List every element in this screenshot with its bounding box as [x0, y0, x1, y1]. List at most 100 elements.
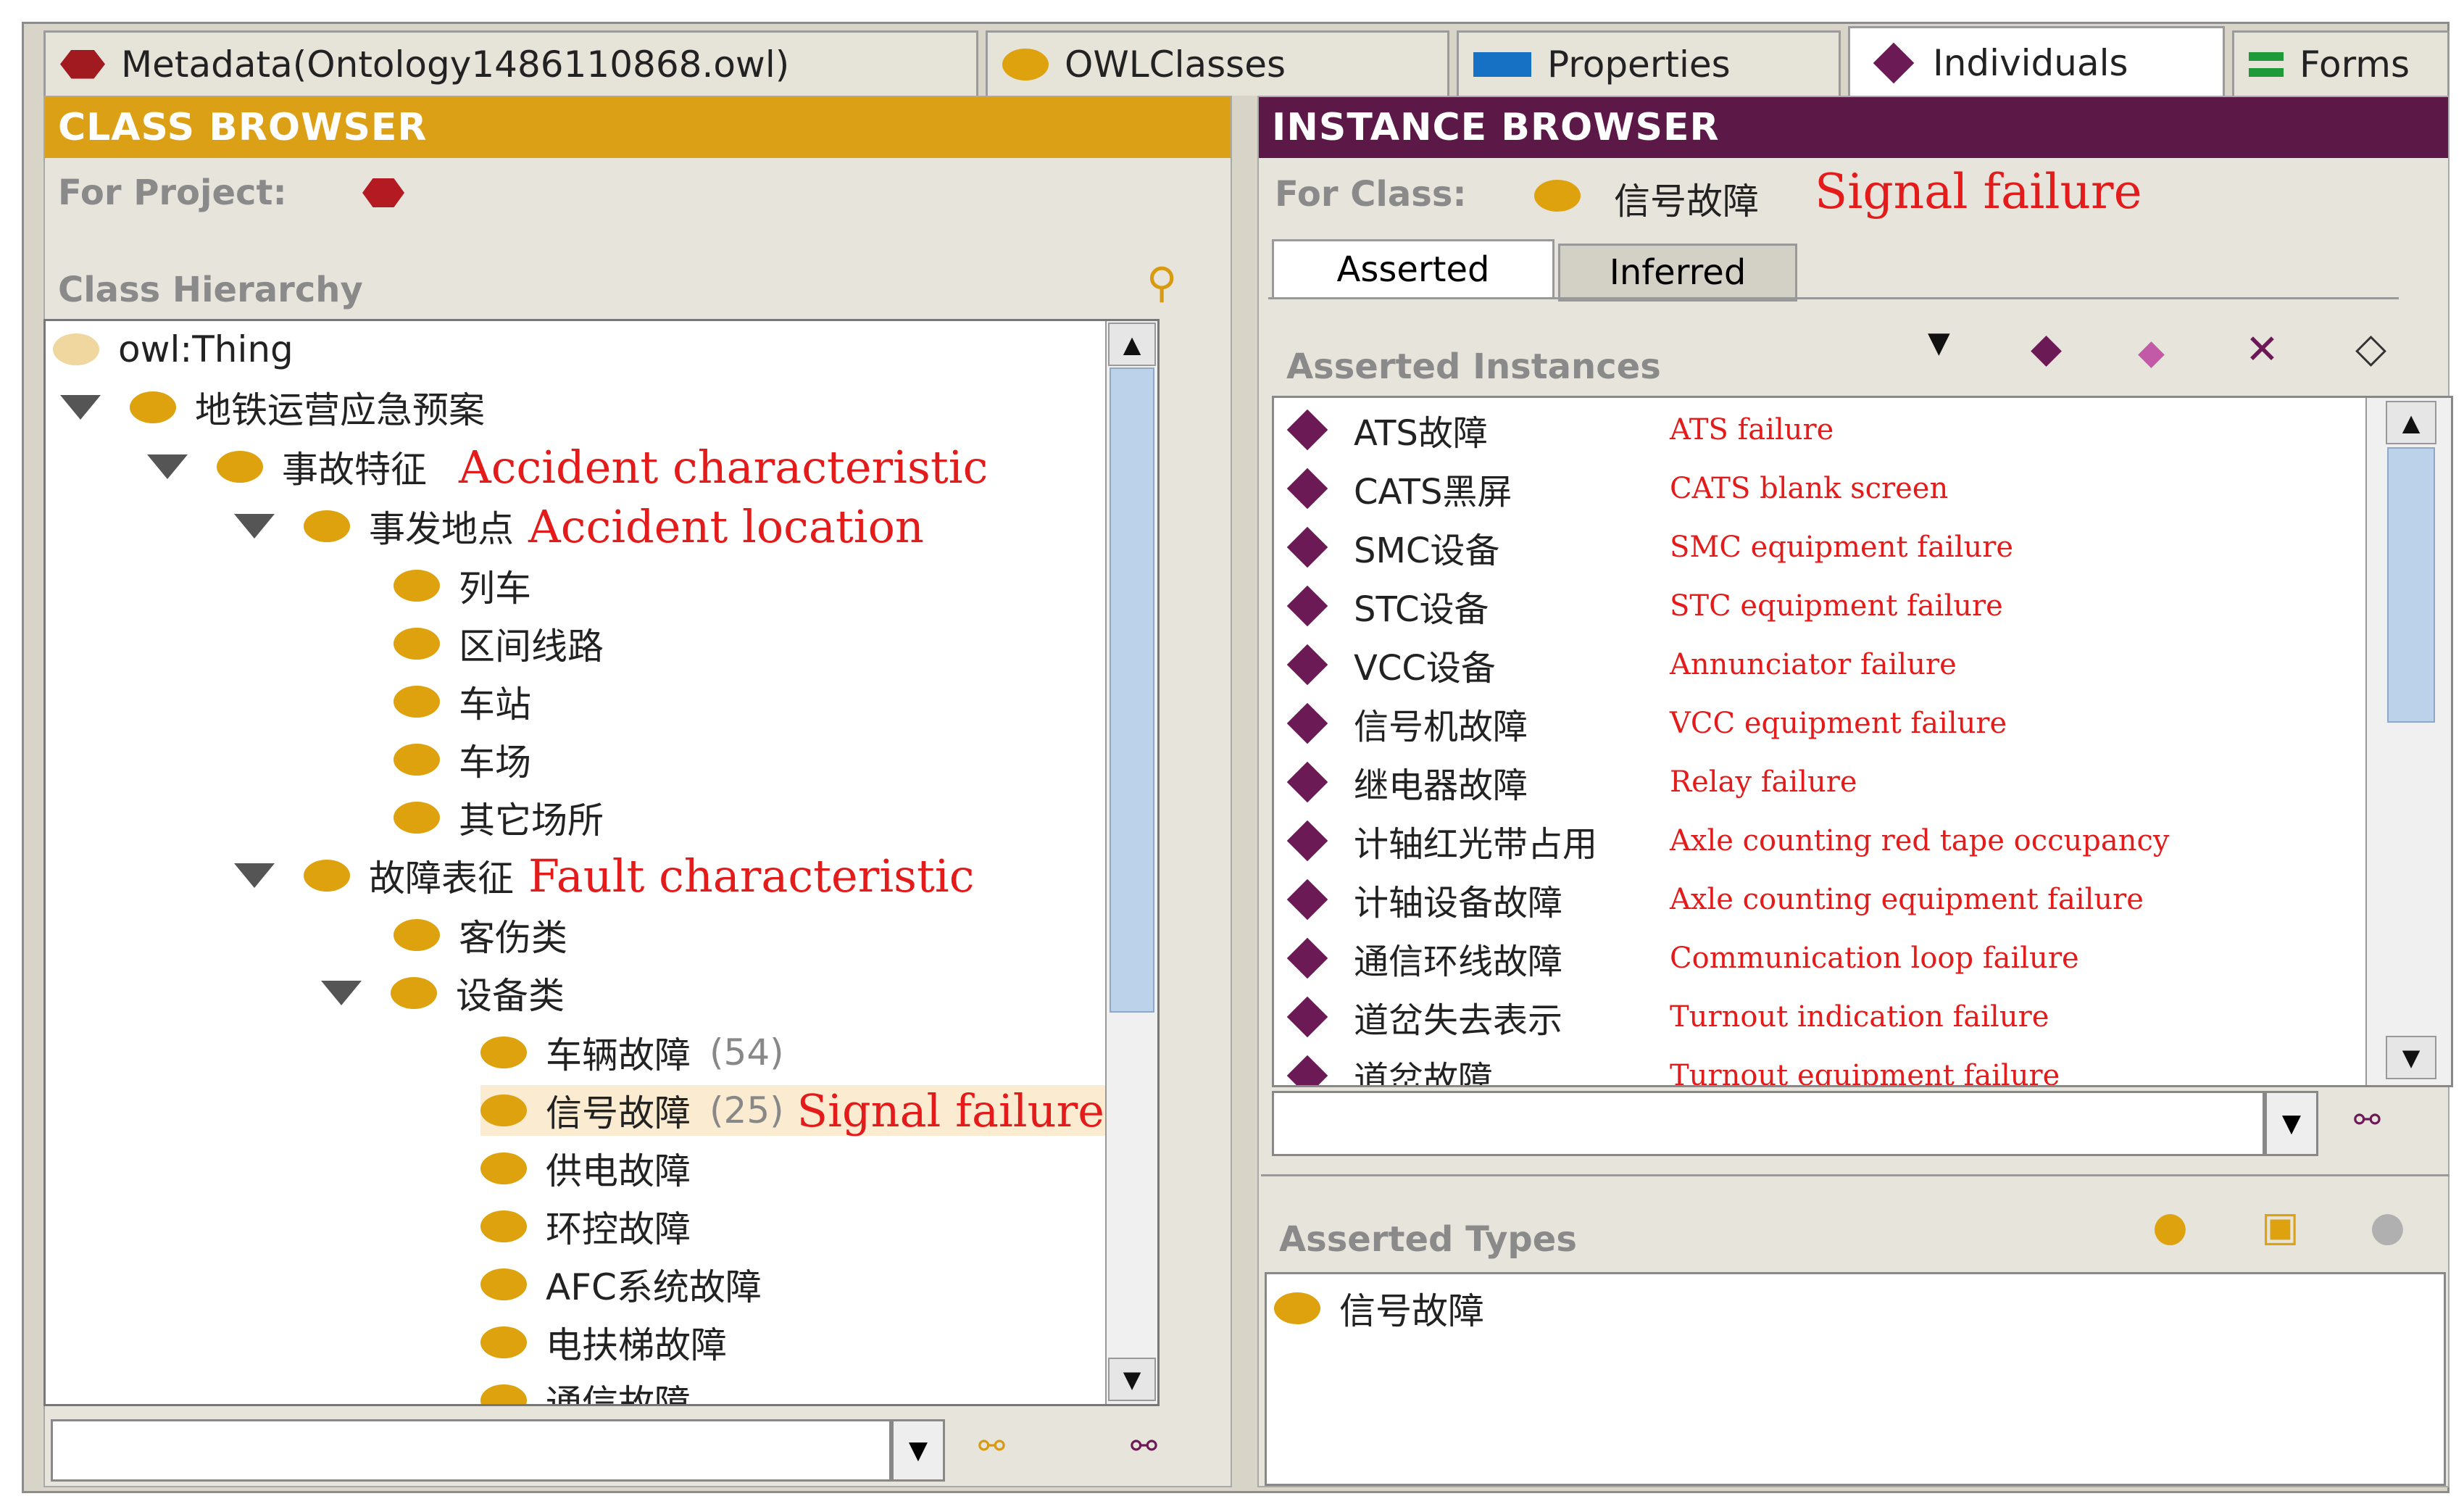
annotation-text: Axle counting red tape occupancy: [1670, 824, 2170, 857]
instance-name: VCC设备: [1354, 648, 1496, 689]
individual-diamond-icon: [1286, 585, 1328, 627]
add-type-icon[interactable]: ●: [2152, 1203, 2188, 1250]
asserted-types-list[interactable]: 信号故障: [1265, 1272, 2446, 1486]
instance-name: 通信环线故障: [1354, 942, 1563, 982]
class-dot-icon: [480, 1326, 527, 1358]
instance-name: 道岔失去表示: [1354, 1000, 1563, 1041]
tab-metadata[interactable]: Metadata(Ontology1486110868.owl): [43, 30, 978, 96]
instance-name: ATS故障: [1354, 413, 1488, 454]
individual-diamond-icon: [1286, 996, 1328, 1038]
tree-node-selected[interactable]: 信号故障 (25) Signal failure: [480, 1084, 1157, 1137]
instance-row[interactable]: 信号机故障 VCC equipment failure: [1286, 694, 2344, 752]
instance-name: 继电器故障: [1354, 765, 1528, 806]
expand-triangle-icon[interactable]: [60, 395, 101, 420]
scroll-up-icon[interactable]: ▲: [1108, 323, 1156, 366]
tree-node[interactable]: 故障表征 Fault characteristic: [234, 850, 974, 902]
tree-node[interactable]: owl:Thing: [53, 324, 294, 375]
instance-row[interactable]: 通信环线故障 Communication loop failure: [1286, 929, 2344, 987]
tree-node[interactable]: 设备类: [321, 968, 565, 1018]
class-tree[interactable]: owl:Thing 地铁运营应急预案 事故特征 Accident charact…: [43, 319, 1160, 1406]
instance-search-input[interactable]: [1272, 1091, 2265, 1156]
annotation-text: ATS failure: [1670, 413, 1834, 446]
tree-scrollbar[interactable]: ▲ ▼: [1105, 321, 1157, 1404]
tree-node[interactable]: 通信故障: [480, 1375, 691, 1404]
expand-triangle-icon[interactable]: [234, 863, 275, 888]
scroll-thumb[interactable]: [1110, 367, 1154, 1013]
class-dot-icon: [217, 451, 263, 483]
tree-node[interactable]: 环控故障: [480, 1201, 691, 1252]
create-type-icon[interactable]: ▣: [2261, 1203, 2299, 1250]
instance-row[interactable]: VCC设备 Annunciator failure: [1286, 636, 2344, 694]
instance-row[interactable]: 道岔故障 Turnout equipment failure: [1286, 1047, 2344, 1087]
instance-row[interactable]: CATS黑屏 CATS blank screen: [1286, 460, 2344, 518]
tree-node[interactable]: 事发地点 Accident location: [234, 500, 924, 553]
instance-row[interactable]: 计轴红光带占用 Axle counting red tape occupancy: [1286, 812, 2344, 870]
instance-list[interactable]: ATS故障 ATS failure CATS黑屏 CATS blank screen S…: [1272, 396, 2453, 1087]
scroll-up-icon[interactable]: ▲: [2386, 401, 2436, 444]
tree-node[interactable]: 供电故障: [480, 1143, 691, 1194]
instance-row[interactable]: ATS故障 ATS failure: [1286, 401, 2344, 459]
tree-node[interactable]: 列车: [394, 560, 531, 611]
tree-node[interactable]: AFC系统故障: [480, 1259, 762, 1310]
tree-node[interactable]: 客伤类: [394, 910, 567, 960]
dropdown-arrow-icon[interactable]: ▼: [1928, 326, 1950, 360]
find-instance-icon[interactable]: ⚯: [2354, 1102, 2381, 1139]
find-instance-icon[interactable]: ⚯: [1131, 1428, 1157, 1465]
find-class-icon[interactable]: ⚲: [1146, 258, 1177, 307]
tab-inferred[interactable]: Inferred: [1558, 244, 1797, 302]
annotation-text: Axle counting equipment failure: [1670, 883, 2144, 916]
create-instance-icon[interactable]: ◆: [2031, 325, 2062, 372]
instance-name: SMC设备: [1354, 531, 1500, 571]
tree-node[interactable]: 事故特征 Accident characteristic: [147, 441, 988, 494]
tree-node[interactable]: 车场: [394, 734, 531, 785]
class-search-input[interactable]: [51, 1419, 891, 1482]
class-search-dropdown[interactable]: ▼: [891, 1419, 945, 1482]
instance-row[interactable]: 继电器故障 Relay failure: [1286, 753, 2344, 811]
annotation-text: CATS blank screen: [1670, 472, 1949, 505]
individual-diamond-icon: [1286, 1055, 1328, 1085]
edit-instance-icon[interactable]: ◇: [2355, 325, 2386, 372]
copy-instance-icon[interactable]: ◆: [2138, 332, 2165, 373]
tab-individuals[interactable]: Individuals: [1848, 26, 2225, 97]
tab-owlclasses[interactable]: OWLClasses: [986, 30, 1449, 96]
class-dot-icon: [304, 860, 350, 892]
class-dot-icon: [53, 333, 99, 365]
scroll-thumb[interactable]: [2387, 447, 2435, 723]
tree-node[interactable]: 电扶梯故障: [480, 1317, 727, 1368]
tree-node[interactable]: 地铁运营应急预案: [60, 382, 485, 433]
tree-node[interactable]: 区间线路: [394, 618, 604, 669]
expand-triangle-icon[interactable]: [147, 454, 188, 479]
tree-node[interactable]: 车站: [394, 676, 531, 727]
ontology-hex-icon: [60, 49, 105, 79]
delete-instance-icon[interactable]: ✕: [2245, 326, 2279, 373]
tree-node[interactable]: 车辆故障 (54): [480, 1027, 784, 1078]
instance-row[interactable]: SMC设备 SMC equipment failure: [1286, 518, 2344, 576]
expand-triangle-icon[interactable]: [234, 514, 275, 539]
tab-asserted[interactable]: Asserted: [1272, 239, 1554, 297]
expand-triangle-icon[interactable]: [321, 981, 362, 1005]
tab-properties[interactable]: Properties: [1457, 30, 1841, 96]
tab-label: Forms: [2299, 43, 2410, 86]
tab-forms[interactable]: Forms: [2232, 30, 2450, 96]
annotation-text: VCC equipment failure: [1670, 707, 2007, 740]
divider: [1261, 1174, 2450, 1176]
remove-type-icon[interactable]: ●: [2370, 1203, 2405, 1250]
class-browser-header: CLASS BROWSER: [45, 97, 1231, 158]
individual-diamond-icon: [1286, 468, 1328, 510]
class-dot-icon: [1534, 180, 1581, 212]
find-icon[interactable]: ⚯: [978, 1428, 1005, 1465]
type-item[interactable]: 信号故障: [1274, 1283, 1484, 1334]
instance-name: 计轴设备故障: [1354, 883, 1563, 923]
instance-row[interactable]: 道岔失去表示 Turnout indication failure: [1286, 988, 2344, 1046]
instance-scrollbar[interactable]: ▲ ▼: [2365, 398, 2451, 1085]
instance-search-dropdown[interactable]: ▼: [2265, 1091, 2318, 1156]
instance-row[interactable]: 计轴设备故障 Axle counting equipment failure: [1286, 871, 2344, 929]
scroll-down-icon[interactable]: ▼: [1108, 1358, 1156, 1401]
instance-name: CATS黑屏: [1354, 472, 1512, 512]
instance-row[interactable]: STC设备 STC equipment failure: [1286, 577, 2344, 635]
annotation-text: Turnout equipment failure: [1670, 1059, 2060, 1087]
scroll-down-icon[interactable]: ▼: [2386, 1036, 2436, 1079]
tree-node[interactable]: 其它场所: [394, 792, 604, 843]
class-dot-icon: [394, 570, 440, 602]
instance-name: 道岔故障: [1354, 1059, 1494, 1087]
